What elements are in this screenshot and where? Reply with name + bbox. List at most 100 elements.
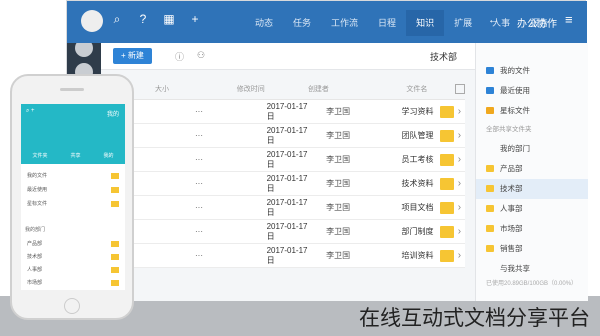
- row-owner: 李卫国: [326, 179, 351, 188]
- home-button[interactable]: [64, 298, 80, 314]
- phone-list-item[interactable]: 产品部: [27, 238, 119, 250]
- phone-section: 我的部门: [25, 227, 46, 233]
- phone-item-label: 我的文件: [27, 173, 48, 179]
- new-button[interactable]: + 新建: [113, 48, 152, 64]
- folder-icon: [439, 249, 454, 262]
- phone-tab[interactable]: 我的: [103, 152, 113, 159]
- shared-section-label: 全部共享文件夹: [486, 126, 532, 133]
- sidebar-folder[interactable]: 技术部: [476, 179, 588, 199]
- phone-list-item[interactable]: 最近使用: [27, 184, 119, 196]
- phone-list-item[interactable]: 市场部: [27, 277, 119, 289]
- phone-item-label: 星标文件: [27, 201, 48, 207]
- sidebar-item[interactable]: 我的文件: [476, 61, 588, 81]
- add-icon[interactable]: +: [189, 13, 201, 25]
- table-row[interactable]: ··· 2017-01-17日 李卫国 员工考核 ›: [115, 148, 465, 172]
- row-name[interactable]: 员工考核: [362, 154, 440, 165]
- table-row[interactable]: ··· 2017-01-17日 李卫国 部门制度 ›: [115, 220, 465, 244]
- sidebar-item-dept[interactable]: 我的部门: [476, 139, 588, 159]
- phone-list-item[interactable]: 技术部: [27, 251, 119, 263]
- tab-workflow[interactable]: 工作流: [321, 10, 368, 36]
- sidebar-item-label: 最近使用: [500, 86, 530, 95]
- phone-item-label: 市场部: [27, 280, 43, 286]
- sidebar-item-label: 星标文件: [500, 106, 530, 115]
- sidebar-folder[interactable]: 销售部: [476, 239, 588, 259]
- tab-knowledge[interactable]: 知识: [406, 10, 445, 36]
- sidebar-folder[interactable]: 人事部: [476, 199, 588, 219]
- phone-list-item[interactable]: 星标文件: [27, 198, 119, 210]
- folder-icon: [111, 280, 119, 286]
- folder-icon: [111, 173, 119, 179]
- table-row[interactable]: ··· 2017-01-17日 李卫国 团队管理 ›: [115, 124, 465, 148]
- expand-icon[interactable]: ›: [454, 178, 465, 189]
- row-more-icon[interactable]: ···: [115, 179, 267, 188]
- table-row[interactable]: ··· 2017-01-17日 李卫国 技术资料 ›: [115, 172, 465, 196]
- sidebar-item-shared-with-me[interactable]: 与我共享: [476, 259, 588, 279]
- header-date: 修改时间: [236, 86, 265, 93]
- folder-icon: [111, 267, 119, 273]
- row-owner: 李卫国: [326, 227, 351, 236]
- help-icon[interactable]: ?: [137, 13, 149, 25]
- row-more-icon[interactable]: ···: [115, 107, 267, 116]
- row-more-icon[interactable]: ···: [115, 131, 267, 140]
- row-name[interactable]: 技术资料: [362, 178, 440, 189]
- header-owner: 创建者: [307, 86, 329, 93]
- row-more-icon[interactable]: ···: [115, 251, 267, 260]
- phone-tab[interactable]: 文件夹: [32, 152, 47, 159]
- row-name[interactable]: 团队管理: [362, 130, 440, 141]
- folder-icon: [111, 187, 119, 193]
- table-row[interactable]: ··· 2017-01-17日 李卫国 项目文档 ›: [115, 196, 465, 220]
- folder-icon: [486, 165, 494, 172]
- expand-icon[interactable]: ›: [454, 154, 465, 165]
- phone-tab[interactable]: 共享: [70, 152, 80, 159]
- row-name[interactable]: 学习资料: [362, 106, 440, 117]
- row-more-icon[interactable]: ···: [115, 203, 267, 212]
- table-row[interactable]: ··· 2017-01-17日 李卫国 学习资料 ›: [115, 100, 465, 124]
- row-owner: 李卫国: [326, 131, 351, 140]
- sidebar-folder[interactable]: 市场部: [476, 219, 588, 239]
- expand-icon[interactable]: ›: [454, 106, 465, 117]
- menu-icon[interactable]: ≡: [565, 13, 579, 27]
- phone-list-item[interactable]: 人事部: [27, 264, 119, 276]
- sidebar-folder-label: 产品部: [500, 164, 523, 173]
- select-all-checkbox[interactable]: [455, 84, 466, 94]
- tab-extend[interactable]: 扩展: [444, 10, 482, 36]
- search-icon[interactable]: ⌕ +: [26, 108, 35, 115]
- expand-icon[interactable]: ›: [454, 130, 465, 141]
- row-more-icon[interactable]: ···: [115, 227, 267, 236]
- sidebar-folder-label: 技术部: [500, 184, 523, 193]
- back-arrow-icon[interactable]: ←: [488, 14, 499, 26]
- phone-item-label: 技术部: [27, 254, 43, 260]
- row-owner: 李卫国: [326, 107, 351, 116]
- row-name[interactable]: 项目文档: [362, 202, 440, 213]
- row-date: 2017-01-17日: [266, 101, 308, 121]
- table-row[interactable]: ··· 2017-01-17日 李卫国 培训资料 ›: [115, 244, 465, 268]
- sidebar-item[interactable]: 最近使用: [476, 81, 588, 101]
- sidebar-item[interactable]: 星标文件: [476, 101, 588, 121]
- sidebar-folder[interactable]: 产品部: [476, 159, 588, 179]
- info-icon[interactable]: ⓘ: [175, 50, 184, 63]
- phone-item-label: 最近使用: [27, 187, 48, 193]
- expand-icon[interactable]: ›: [454, 250, 465, 261]
- expand-icon[interactable]: ›: [454, 226, 465, 237]
- phone-list-item[interactable]: 我的文件: [27, 170, 119, 182]
- tab-dynamic[interactable]: 动态: [245, 10, 283, 36]
- tab-schedule[interactable]: 日程: [368, 10, 406, 36]
- members-icon[interactable]: ⚇: [197, 50, 205, 61]
- row-more-icon[interactable]: ···: [115, 155, 267, 164]
- search-icon[interactable]: ⌕: [111, 13, 123, 25]
- phone-screen: ⌕ + 我的 文件夹 共享 我的 我的文件 最近使用 星标文件 产品部 技术部 人事部 市场…: [21, 104, 125, 290]
- row-date: 2017-01-17日: [266, 245, 308, 265]
- folder-icon: [486, 185, 494, 192]
- desktop-window: ⌕ ? ▦ + 动态 任务 工作流 日程 知识 扩展 人事 报告 ← 办公协作 …: [66, 0, 588, 301]
- expand-icon[interactable]: ›: [454, 202, 465, 213]
- top-bar: ⌕ ? ▦ + 动态 任务 工作流 日程 知识 扩展 人事 报告 ← 办公协作 …: [67, 1, 587, 43]
- tab-tasks[interactable]: 任务: [283, 10, 321, 36]
- row-date: 2017-01-17日: [266, 125, 308, 145]
- app-logo: [81, 10, 103, 32]
- grid-icon[interactable]: ▦: [163, 13, 175, 25]
- row-name[interactable]: 部门制度: [362, 226, 440, 237]
- folder-icon: [486, 107, 494, 114]
- folder-icon: [486, 67, 494, 74]
- row-name[interactable]: 培训资料: [362, 250, 440, 261]
- folder-icon: [486, 225, 494, 232]
